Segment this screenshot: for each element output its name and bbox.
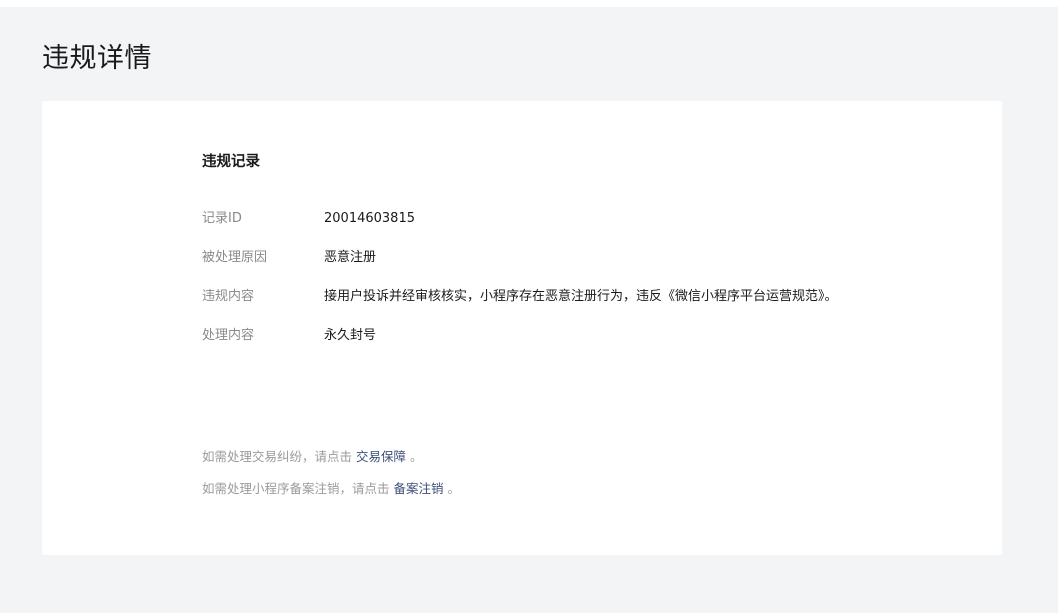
filing-cancel-period: 。 bbox=[447, 481, 461, 496]
filing-cancel-link[interactable]: 备案注销 bbox=[394, 481, 444, 496]
violation-content-row: 违规内容 接用户投诉并经审核核实，小程序存在恶意注册行为，违反《微信小程序平台运… bbox=[202, 286, 902, 308]
top-strip bbox=[0, 0, 1058, 7]
section-title: 违规记录 bbox=[202, 154, 260, 170]
penalty-row: 处理内容 永久封号 bbox=[202, 325, 902, 347]
violation-card: 违规记录 记录ID 20014603815 被处理原因 恶意注册 违规内容 接用… bbox=[42, 101, 1002, 555]
reason-row: 被处理原因 恶意注册 bbox=[202, 247, 902, 269]
reason-label: 被处理原因 bbox=[202, 250, 268, 265]
trade-dispute-period: 。 bbox=[410, 449, 423, 464]
record-id-row: 记录ID 20014603815 bbox=[202, 208, 902, 230]
violation-content-label: 违规内容 bbox=[202, 289, 255, 304]
filing-cancel-note: 如需处理小程序备案注销，请点击 备案注销。 bbox=[202, 478, 460, 500]
trade-dispute-text: 如需处理交易纠纷，请点击 bbox=[202, 449, 353, 464]
record-id-label: 记录ID bbox=[202, 211, 242, 226]
record-id-value: 20014603815 bbox=[324, 211, 415, 226]
penalty-value: 永久封号 bbox=[324, 328, 377, 343]
reason-value: 恶意注册 bbox=[324, 250, 377, 265]
trade-protection-link[interactable]: 交易保障 bbox=[356, 449, 406, 464]
page-title: 违规详情 bbox=[42, 43, 152, 74]
record-details: 记录ID 20014603815 被处理原因 恶意注册 违规内容 接用户投诉并经… bbox=[202, 208, 902, 364]
help-notes: 如需处理交易纠纷，请点击 交易保障。 如需处理小程序备案注销，请点击 备案注销。 bbox=[202, 446, 460, 510]
penalty-label: 处理内容 bbox=[202, 328, 255, 343]
trade-dispute-note: 如需处理交易纠纷，请点击 交易保障。 bbox=[202, 446, 460, 468]
violation-content-value: 接用户投诉并经审核核实，小程序存在恶意注册行为，违反《微信小程序平台运营规范》。 bbox=[324, 289, 838, 304]
filing-cancel-text: 如需处理小程序备案注销，请点击 bbox=[202, 481, 390, 496]
